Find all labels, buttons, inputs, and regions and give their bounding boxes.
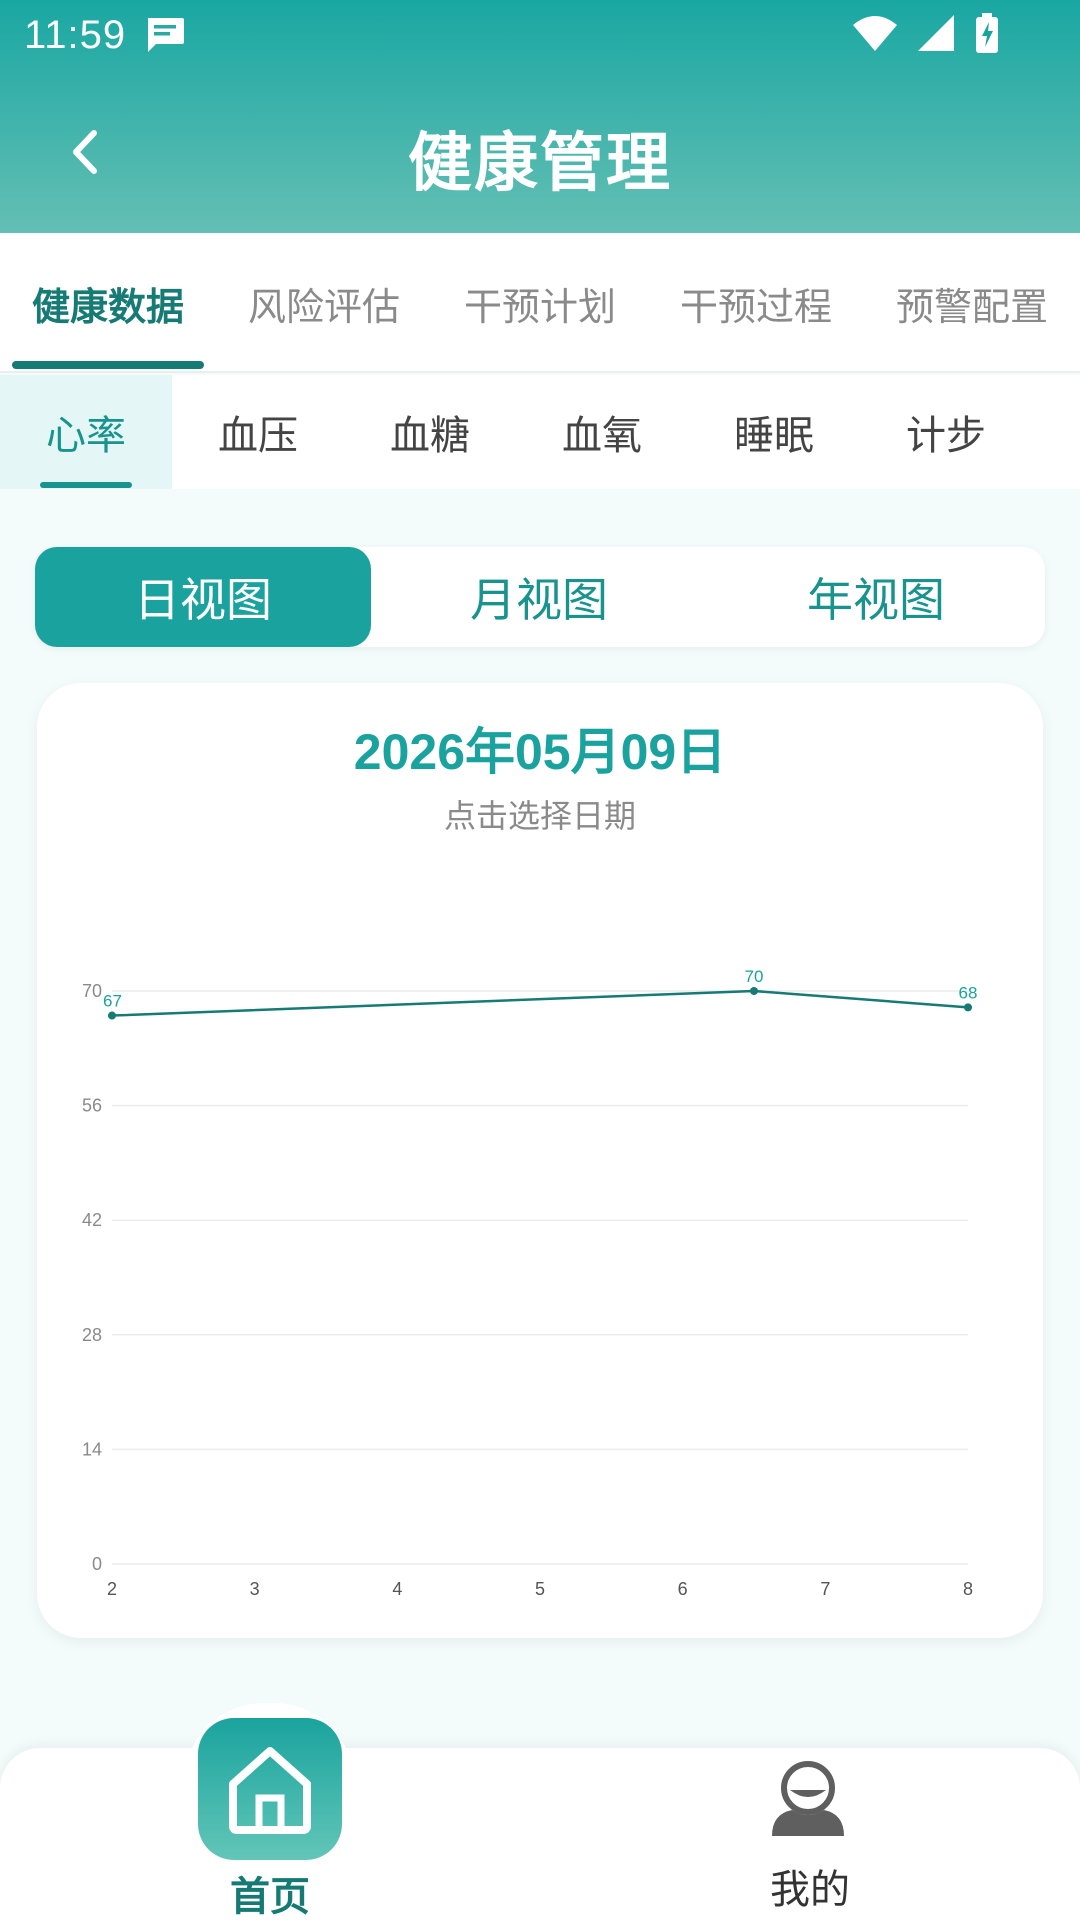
chart-card: 2026年05月09日 点击选择日期 0 14 28 42 56 70 2 3 4 5 6 7 8 67 7…: [37, 683, 1043, 1638]
subtab-sleep[interactable]: 睡眠: [688, 375, 860, 489]
y-tick-label: 42: [82, 1210, 102, 1230]
day-view-button[interactable]: 日视图: [35, 547, 371, 647]
active-tab-indicator: [12, 361, 204, 369]
tab-intervention-process[interactable]: 干预过程: [648, 233, 864, 373]
subtab-blood-oxygen[interactable]: 血氧: [516, 375, 688, 489]
subtab-steps[interactable]: 计步: [860, 375, 1032, 489]
wifi-icon: [853, 16, 897, 51]
heart-rate-chart: 014284256702 3 4 5 6 7 8677068: [82, 967, 978, 1599]
data-point: [964, 1003, 972, 1012]
y-tick-label: 70: [82, 981, 102, 1001]
subtab-heart-rate[interactable]: 心率: [0, 375, 172, 489]
data-label: 67: [103, 992, 122, 1011]
month-view-button[interactable]: 月视图: [371, 547, 707, 647]
tab-health-data[interactable]: 健康数据: [0, 233, 216, 373]
status-time: 11:59: [24, 12, 127, 57]
top-tab-bar: 健康数据 风险评估 干预计划 干预过程 预警配置: [0, 233, 1080, 373]
home-nav-label[interactable]: 首页: [170, 1864, 370, 1920]
x-tick-label: 4: [392, 1579, 402, 1599]
mine-nav-label[interactable]: 我的: [710, 1857, 910, 1915]
app-header: 11:59 健康管理: [0, 0, 1080, 233]
status-bar: 11:59: [0, 0, 1080, 70]
user-profile-icon[interactable]: [766, 1756, 850, 1840]
y-tick-label: 56: [82, 1096, 102, 1116]
tab-alert-config[interactable]: 预警配置: [864, 233, 1080, 373]
y-tick-label: 0: [92, 1554, 102, 1574]
page-title: 健康管理: [408, 127, 672, 201]
heart-rate-series-line: [111, 989, 969, 1017]
bottom-nav: [0, 1748, 1080, 1920]
x-tick-label: 3: [250, 1579, 260, 1599]
data-label: 68: [959, 983, 978, 1002]
view-toggle: 日视图 月视图 年视图: [35, 547, 1045, 647]
x-tick-label: 8: [963, 1579, 973, 1599]
status-icons: [852, 12, 1000, 54]
message-notification-icon: [148, 18, 185, 52]
x-tick-label: 6: [678, 1579, 688, 1599]
tab-intervention-plan[interactable]: 干预计划: [432, 233, 648, 373]
data-point: [108, 1011, 116, 1020]
subtab-blood-sugar[interactable]: 血糖: [344, 375, 516, 489]
cell-signal-icon: [918, 15, 954, 51]
home-nav-button[interactable]: [198, 1718, 342, 1860]
year-view-button[interactable]: 年视图: [708, 547, 1044, 647]
tab-risk-assessment[interactable]: 风险评估: [216, 233, 432, 373]
battery-charging-icon: [976, 13, 998, 53]
x-tick-label: 5: [535, 1579, 545, 1599]
y-tick-label: 14: [82, 1439, 102, 1459]
data-point: [750, 987, 758, 995]
metric-tab-bar: 心率 血压 血糖 血氧 睡眠 计步: [0, 375, 1080, 489]
subtab-blood-pressure[interactable]: 血压: [172, 375, 344, 489]
data-label: 70: [745, 967, 764, 986]
x-tick-label: 7: [820, 1579, 830, 1599]
home-icon: [229, 1747, 311, 1834]
y-tick-label: 28: [82, 1325, 102, 1345]
active-subtab-indicator: [40, 482, 132, 488]
x-tick-label: 2: [107, 1579, 117, 1599]
